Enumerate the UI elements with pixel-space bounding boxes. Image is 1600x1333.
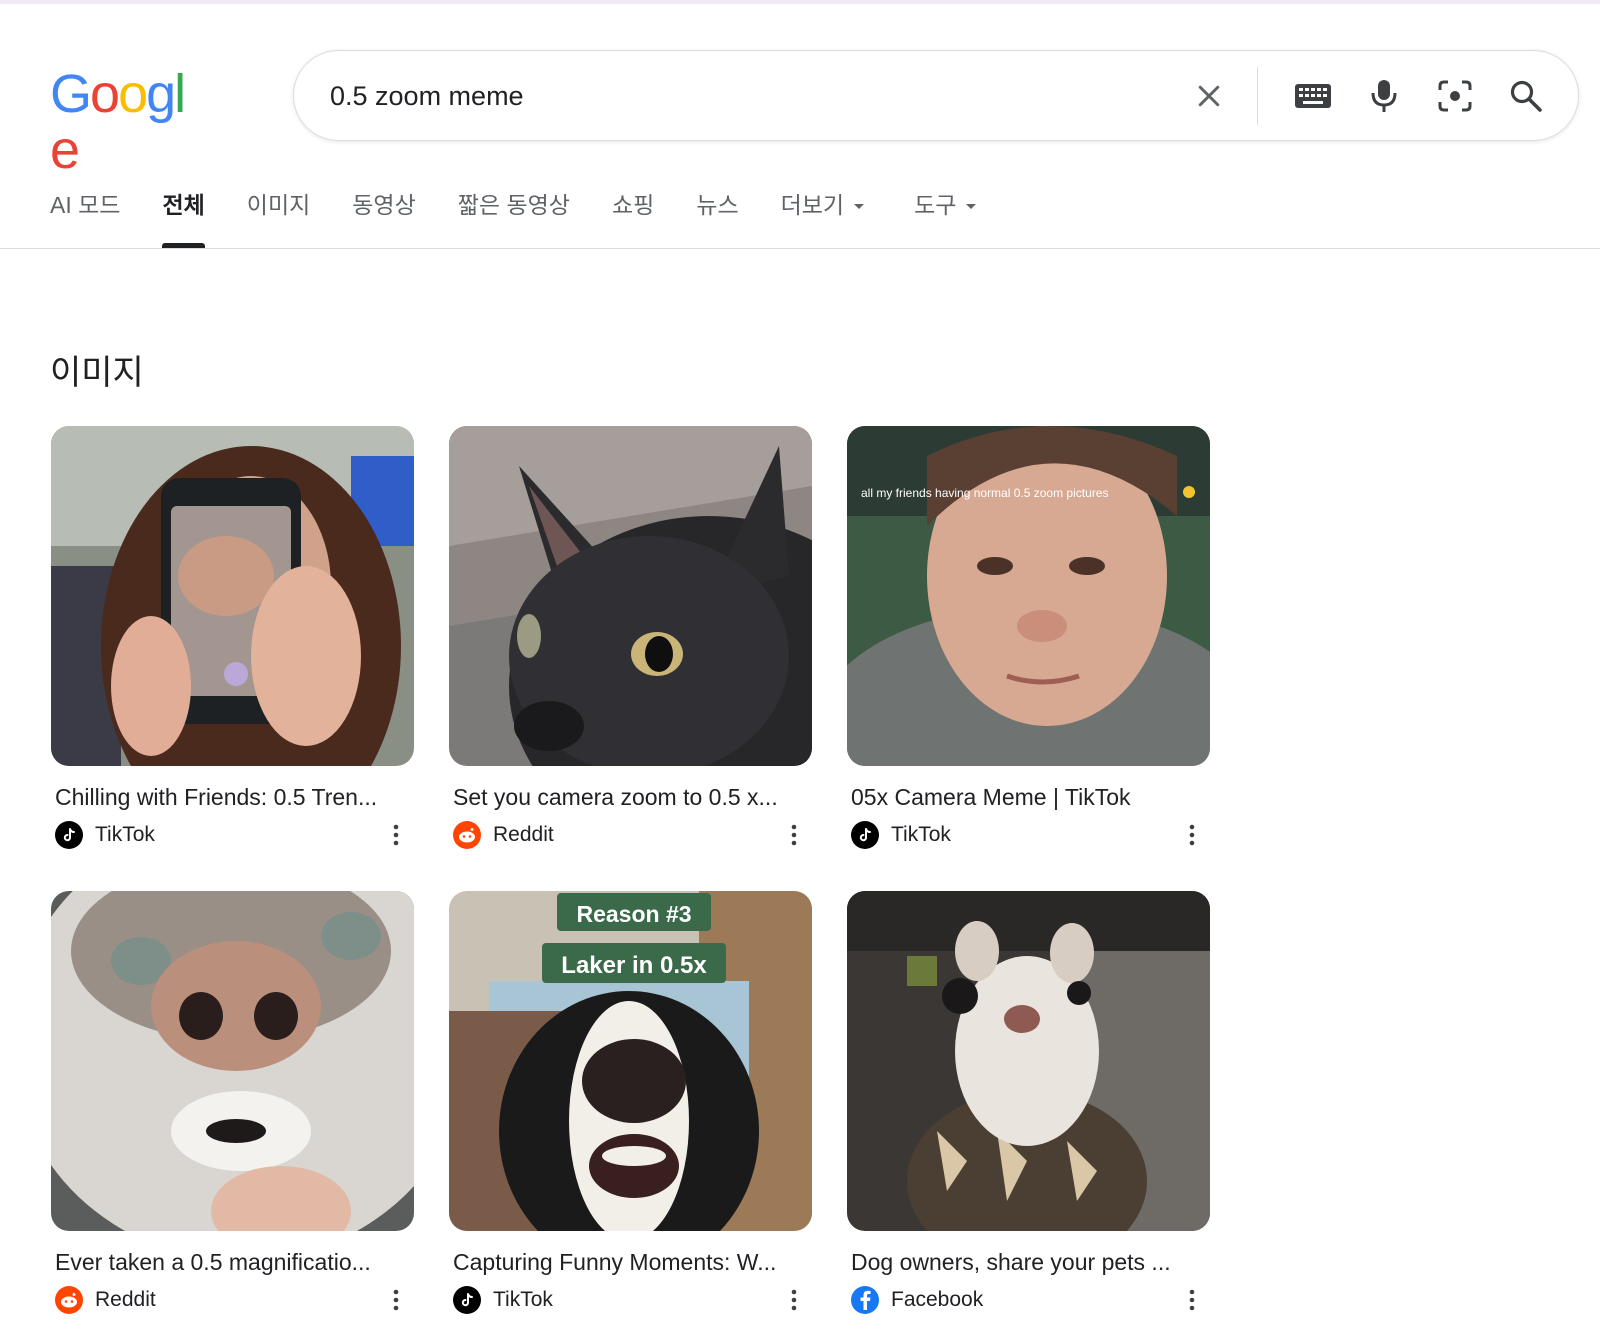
image-overlay-text: all my friends having normal 0.5 zoom pi…	[861, 486, 1108, 500]
tab-label: 쇼핑	[611, 192, 655, 218]
lens-icon[interactable]	[1425, 66, 1485, 126]
tab-label: 더보기	[780, 192, 845, 218]
tab-videos[interactable]: 동영상	[352, 188, 415, 248]
tab-all[interactable]: 전체	[162, 188, 206, 248]
search-input[interactable]	[330, 75, 1130, 117]
image-result-title[interactable]: 05x Camera Meme | TikTok	[847, 782, 1204, 812]
image-result-source[interactable]: TikTok	[449, 1285, 812, 1315]
reddit-icon	[453, 821, 481, 849]
tab-label: 뉴스	[696, 192, 739, 218]
tab-label: 전체	[162, 192, 205, 218]
image-result-card[interactable]: all my friends having normal 0.5 zoom pi…	[847, 426, 1210, 850]
top-border	[0, 0, 1600, 4]
tiktok-icon	[851, 821, 879, 849]
image-overlay-text: Laker in 0.5x	[561, 952, 707, 979]
source-name: TikTok	[95, 823, 155, 846]
tabs-divider	[0, 248, 1600, 249]
search-icon[interactable]	[1496, 66, 1556, 126]
more-options-icon[interactable]	[386, 820, 406, 850]
logo-letter: G	[50, 64, 92, 124]
keyboard-icon[interactable]	[1283, 66, 1343, 126]
more-options-icon[interactable]	[1182, 1285, 1202, 1315]
image-thumbnail[interactable]	[449, 426, 812, 766]
image-result-title[interactable]: Dog owners, share your pets ...	[847, 1247, 1204, 1277]
search-box	[293, 50, 1579, 141]
tab-short-videos[interactable]: 짧은 동영상	[458, 188, 570, 248]
search-actions	[1168, 51, 1556, 140]
tab-news[interactable]: 뉴스	[696, 188, 738, 248]
tab-label: 도구	[914, 192, 957, 218]
image-thumbnail[interactable]	[847, 891, 1210, 1231]
image-result-source[interactable]: TikTok	[51, 820, 414, 850]
tab-label: 짧은 동영상	[457, 192, 570, 218]
more-options-icon[interactable]	[1182, 820, 1202, 850]
logo-letter: g	[146, 64, 176, 124]
image-result-title[interactable]: Set you camera zoom to 0.5 x...	[449, 782, 806, 812]
image-result-source[interactable]: TikTok	[847, 820, 1210, 850]
image-result-source[interactable]: Facebook	[847, 1285, 1210, 1315]
close-icon[interactable]	[1179, 66, 1239, 126]
tab-images[interactable]: 이미지	[247, 188, 310, 248]
source-name: Facebook	[891, 1288, 984, 1311]
image-result-card[interactable]: Set you camera zoom to 0.5 x... Reddit	[449, 426, 812, 850]
source-name: Reddit	[493, 823, 554, 846]
reddit-icon	[55, 1286, 83, 1314]
search-tabs: AI 모드 전체 이미지 동영상 짧은 동영상 쇼핑 뉴스 더보기 도구	[50, 188, 1018, 248]
more-options-icon[interactable]	[784, 1285, 804, 1315]
image-result-title[interactable]: Capturing Funny Moments: W...	[449, 1247, 806, 1277]
image-result-card[interactable]: Ever taken a 0.5 magnificatio... Reddit	[51, 891, 414, 1315]
tiktok-icon	[55, 821, 83, 849]
logo-letter: o	[90, 64, 120, 124]
chevron-down-icon	[966, 204, 977, 209]
chevron-down-icon	[854, 204, 865, 209]
tab-more[interactable]: 더보기	[780, 188, 865, 248]
search-divider	[1257, 66, 1258, 125]
image-overlay-text: Reason #3	[576, 901, 691, 927]
facebook-icon	[851, 1286, 879, 1314]
logo-letter: l	[174, 64, 186, 124]
images-section-title: 이미지	[50, 354, 144, 392]
logo-letter: o	[118, 64, 148, 124]
source-name: TikTok	[493, 1288, 553, 1311]
tab-shopping[interactable]: 쇼핑	[612, 188, 654, 248]
image-thumbnail[interactable]	[51, 426, 414, 766]
source-name: TikTok	[891, 823, 951, 846]
image-result-source[interactable]: Reddit	[51, 1285, 414, 1315]
image-result-card[interactable]: Reason #3 Laker in 0.5x Capturing Funny …	[449, 891, 812, 1315]
image-result-source[interactable]: Reddit	[449, 820, 812, 850]
source-name: Reddit	[95, 1288, 156, 1311]
microphone-icon[interactable]	[1354, 66, 1414, 126]
image-thumbnail[interactable]	[51, 891, 414, 1231]
tab-ai-mode[interactable]: AI 모드	[50, 188, 120, 248]
tab-label: AI 모드	[50, 192, 121, 218]
image-thumbnail[interactable]: Reason #3 Laker in 0.5x	[449, 891, 812, 1231]
image-thumbnail[interactable]: all my friends having normal 0.5 zoom pi…	[847, 426, 1210, 766]
tab-label: 동영상	[352, 192, 416, 218]
more-options-icon[interactable]	[386, 1285, 406, 1315]
tiktok-icon	[453, 1286, 481, 1314]
image-result-title[interactable]: Ever taken a 0.5 magnificatio...	[51, 1247, 408, 1277]
image-result-card[interactable]: Chilling with Friends: 0.5 Tren... TikTo…	[51, 426, 414, 850]
google-logo[interactable]: Googl e	[50, 64, 212, 178]
logo-letter: e	[50, 120, 80, 180]
image-result-title[interactable]: Chilling with Friends: 0.5 Tren...	[51, 782, 408, 812]
tab-label: 이미지	[246, 192, 311, 218]
tab-tools[interactable]: 도구	[914, 188, 977, 248]
more-options-icon[interactable]	[784, 820, 804, 850]
image-result-card[interactable]: Dog owners, share your pets ... Facebook	[847, 891, 1210, 1315]
